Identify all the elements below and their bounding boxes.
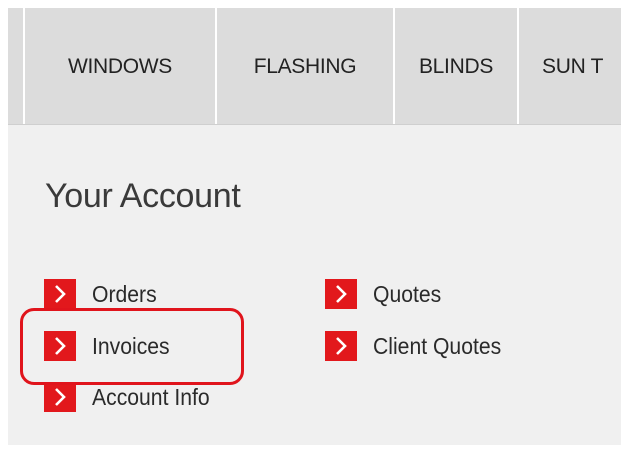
nav-item-sun-t[interactable]: SUN T — [519, 8, 621, 124]
chevron-right-icon — [44, 279, 76, 309]
orders-link[interactable]: Orders — [44, 279, 162, 309]
account-info-link[interactable]: Account Info — [44, 382, 220, 412]
invoices-label: Invoices — [92, 332, 170, 359]
nav-divider — [8, 8, 25, 124]
orders-label: Orders — [92, 280, 157, 307]
client-quotes-link[interactable]: Client Quotes — [325, 331, 512, 361]
chevron-right-icon — [325, 279, 357, 309]
chevron-right-icon — [44, 331, 76, 361]
account-info-label: Account Info — [92, 383, 210, 410]
top-nav: WINDOWS FLASHING BLINDS SUN T — [8, 8, 621, 125]
invoices-link[interactable]: Invoices — [44, 331, 176, 361]
page-title: Your Account — [45, 177, 241, 215]
nav-item-windows[interactable]: WINDOWS — [25, 8, 217, 124]
chevron-right-icon — [44, 382, 76, 412]
chevron-right-icon — [325, 331, 357, 361]
client-quotes-label: Client Quotes — [373, 332, 502, 359]
quotes-label: Quotes — [373, 280, 442, 307]
nav-item-flashing[interactable]: FLASHING — [217, 8, 395, 124]
nav-item-blinds[interactable]: BLINDS — [395, 8, 519, 124]
quotes-link[interactable]: Quotes — [325, 279, 447, 309]
page-frame: WINDOWS FLASHING BLINDS SUN T Your Accou… — [8, 8, 621, 445]
